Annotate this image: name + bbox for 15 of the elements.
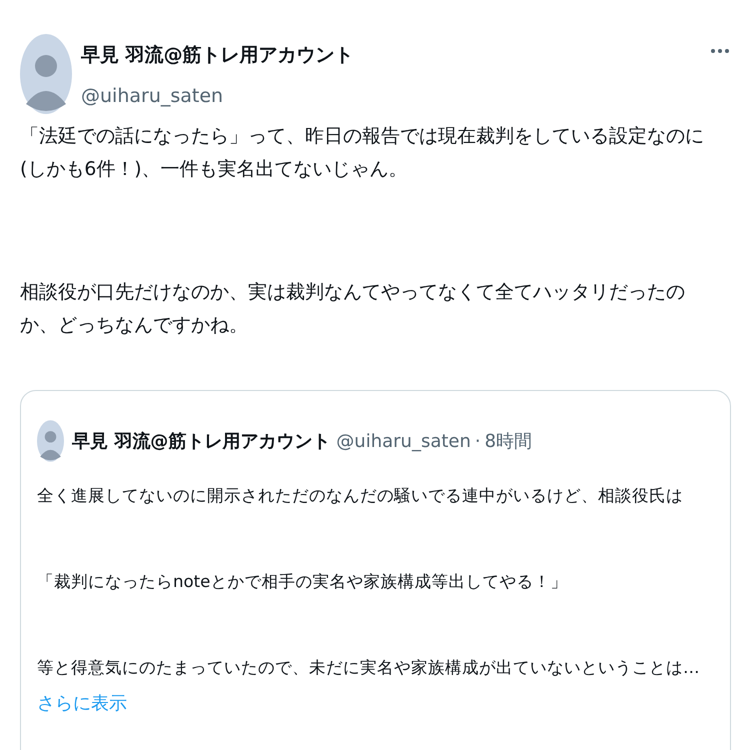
- user-handle[interactable]: @uiharu_saten: [81, 83, 354, 109]
- quoted-display-name: 早見 羽流@筋トレ用アカウント: [72, 430, 330, 454]
- quoted-tweet-text: 等と得意気にのたまっていたので、未だに実名や家族構成が出ていないということは…: [37, 657, 700, 679]
- quoted-tweet-card[interactable]: 早見 羽流@筋トレ用アカウント @uiharu_saten · 8時間 全く進展してないのに開示されただのなんだの騒いでる連中がいるけど、相談役氏は 「裁判になったらnoteとかで相手の実名や家族構成等出してやる！」 等と得意気にのたまっていたので、未だに実名や家族構成が出ていないということは… さらに表示: [20, 390, 731, 750]
- display-name[interactable]: 早見 羽流@筋トレ用アカウント: [81, 41, 354, 69]
- post-time: 8時間: [484, 430, 532, 454]
- quoted-tweet-text: 「裁判になったらnoteとかで相手の実名や家族構成等出してやる！」: [37, 571, 568, 593]
- tweet-text: 「法廷での話になったら」って、昨日の報告では現在裁判をしている設定なのに (しかも6件！)、一件も実名出てないじゃん。: [20, 125, 704, 182]
- avatar-icon[interactable]: [37, 419, 64, 463]
- quoted-tweet-text: 全く進展してないのに開示されただのなんだの騒いでる連中がいるけど、相談役氏は: [37, 485, 683, 507]
- tweet-text: 相談役が口先だけなのか、実は裁判なんてやってなくて全てハッタリだったの か、どっちなんですかね。: [20, 281, 685, 338]
- quoted-user-handle: @uiharu_saten: [336, 430, 471, 454]
- avatar-icon[interactable]: [20, 34, 72, 114]
- separator-dot: ·: [474, 430, 481, 454]
- more-options-icon[interactable]: [710, 48, 730, 54]
